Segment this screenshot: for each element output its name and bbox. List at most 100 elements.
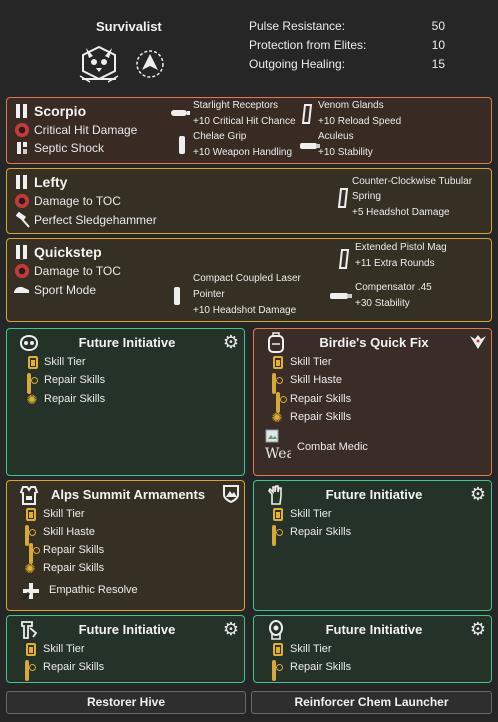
underbarrel-mod-icon <box>179 136 185 154</box>
repair-skills-icon <box>272 525 276 546</box>
weapon-talent: Septic Shock <box>34 141 105 155</box>
weapon-name: Lefty <box>34 174 68 190</box>
gear-set-logo-icon: ⚙ <box>222 332 240 352</box>
gear-set-logo-icon: ⚙ <box>469 619 487 639</box>
mod-name: Compensator .45 <box>355 282 432 293</box>
mod-bonus: +10 Weapon Handling <box>193 147 293 158</box>
mod-name: Venom Glands <box>318 100 384 111</box>
gear-attribute: Skill Tier <box>44 356 86 368</box>
brand-logo-icon <box>470 335 486 349</box>
weapon-attribute: Critical Hit Damage <box>34 123 138 137</box>
repair-skills-mod-icon: ✺ <box>24 561 36 576</box>
mod-bonus: +10 Headshot Damage <box>193 305 297 316</box>
weapon-talent: Perfect Sledgehammer <box>34 213 157 227</box>
holster-icon <box>21 621 38 639</box>
mod-name-cont: Pointer <box>193 289 225 300</box>
repair-skills-mod-icon: ✺ <box>26 392 38 407</box>
gear-card-chest[interactable]: Alps Summit Armaments Skill Tier Skill H… <box>6 480 245 611</box>
kneepads-icon <box>269 620 283 640</box>
gear-brand-name: Alps Summit Armaments <box>50 487 206 502</box>
gear-talent: Combat Medic <box>297 441 368 453</box>
damage-to-toc-icon <box>15 194 29 208</box>
weapon-talent: Sport Mode <box>34 283 97 297</box>
gear-attribute: Skill Tier <box>290 508 332 520</box>
gear-attribute: Skill Haste <box>43 526 95 538</box>
gloves-icon <box>268 485 282 505</box>
skill-tier-icon <box>273 508 283 521</box>
gear-attribute: Skill Tier <box>43 643 85 655</box>
mod-name: Extended Pistol Mag <box>355 242 447 253</box>
gear-brand-name: Future Initiative <box>325 622 423 637</box>
gear-attribute: Skill Tier <box>43 508 85 520</box>
backpack-icon <box>268 332 284 353</box>
repair-skills-mod-icon: ✺ <box>271 410 283 425</box>
gear-card-backpack[interactable]: Birdie's Quick Fix Skill Tier Skill Hast… <box>253 328 492 476</box>
mod-name: Counter-Clockwise Tubular <box>352 176 473 187</box>
skill-1-button[interactable]: Restorer Hive <box>6 691 246 714</box>
gear-card-holster[interactable]: Future Initiative ⚙ Skill Tier Repair Sk… <box>6 615 245 683</box>
empathic-resolve-icon <box>21 583 39 601</box>
mod-name: Starlight Receptors <box>193 100 279 111</box>
underbarrel-mod-icon <box>174 287 180 305</box>
gear-card-gloves[interactable]: Future Initiative ⚙ Skill Tier Repair Sk… <box>253 480 492 611</box>
optics-mod-icon <box>171 110 190 116</box>
stat-value: 10 <box>431 38 445 52</box>
stat-label: Protection from Elites: <box>249 38 367 52</box>
broken-image-icon: Wea <box>265 429 291 463</box>
gear-attribute: Repair Skills <box>290 411 352 423</box>
mod-name: Chelae Grip <box>193 131 247 142</box>
magazine-mod-icon <box>338 249 350 269</box>
skill-tier-icon <box>273 356 283 369</box>
mod-bonus: +10 Stability <box>318 147 373 158</box>
mod-name: Compact Coupled Laser <box>193 273 301 284</box>
mask-icon <box>19 334 39 352</box>
skill-tier-icon <box>26 643 36 656</box>
stat-value: 50 <box>431 19 445 33</box>
mod-bonus: +10 Reload Speed <box>318 116 402 127</box>
weapon-card-scorpio[interactable]: Scorpio Critical Hit Damage Septic Shock… <box>6 97 492 164</box>
sledgehammer-icon <box>15 212 30 228</box>
specialization-name: Survivalist <box>96 19 162 34</box>
repair-skills-icon <box>272 660 276 681</box>
gear-attribute: Repair Skills <box>43 562 105 574</box>
muzzle-mod-icon <box>330 293 352 299</box>
skill-tier-icon <box>28 356 38 369</box>
gear-attribute: Repair Skills <box>44 393 106 405</box>
weapon-card-lefty[interactable]: Lefty Damage to TOC Perfect Sledgehammer… <box>6 168 492 234</box>
stat-label: Outgoing Healing: <box>249 57 346 71</box>
weapon-slot-icon <box>16 104 27 118</box>
skill-2-button[interactable]: Reinforcer Chem Launcher <box>251 691 492 714</box>
stat-label: Pulse Resistance: <box>249 19 346 33</box>
chest-armor-icon <box>19 486 39 505</box>
gear-card-mask[interactable]: Future Initiative ⚙ Skill Tier Repair Sk… <box>6 328 245 476</box>
skill-tier-icon <box>273 643 283 656</box>
weapon-name: Scorpio <box>34 103 87 119</box>
weapon-slot-icon <box>16 175 27 189</box>
gear-attribute: Skill Haste <box>290 374 342 386</box>
sport-mode-icon <box>14 286 29 293</box>
damage-to-toc-icon <box>15 264 29 278</box>
mod-name-cont: Spring <box>352 191 381 202</box>
gear-attribute: Repair Skills <box>290 661 352 673</box>
critical-damage-icon <box>15 123 29 137</box>
mod-bonus: +5 Headshot Damage <box>352 207 450 218</box>
brand-logo-icon <box>223 485 239 504</box>
repair-skills-icon <box>27 373 31 394</box>
survivalist-logo-icon <box>79 45 119 83</box>
gear-set-logo-icon: ⚙ <box>222 619 240 639</box>
broken-image-glyph <box>265 429 279 443</box>
weapon-attribute: Damage to TOC <box>34 264 121 278</box>
magazine-mod-icon <box>301 104 313 124</box>
gear-attribute: Repair Skills <box>290 393 352 405</box>
gear-talent: Empathic Resolve <box>49 584 138 596</box>
gear-brand-name: Future Initiative <box>78 335 176 350</box>
gear-attribute: Skill Tier <box>290 643 332 655</box>
gear-card-kneepads[interactable]: Future Initiative ⚙ Skill Tier Repair Sk… <box>253 615 492 683</box>
skill-tier-icon <box>26 508 36 521</box>
weapon-card-quickstep[interactable]: Quickstep Damage to TOC Sport Mode Exten… <box>6 238 492 322</box>
tier-badge-icon <box>136 50 164 78</box>
gear-attribute: Repair Skills <box>43 544 105 556</box>
mod-bonus: +10 Critical Hit Chance <box>193 116 296 127</box>
mod-bonus: +11 Extra Rounds <box>355 258 435 269</box>
septic-shock-icon <box>17 142 27 154</box>
